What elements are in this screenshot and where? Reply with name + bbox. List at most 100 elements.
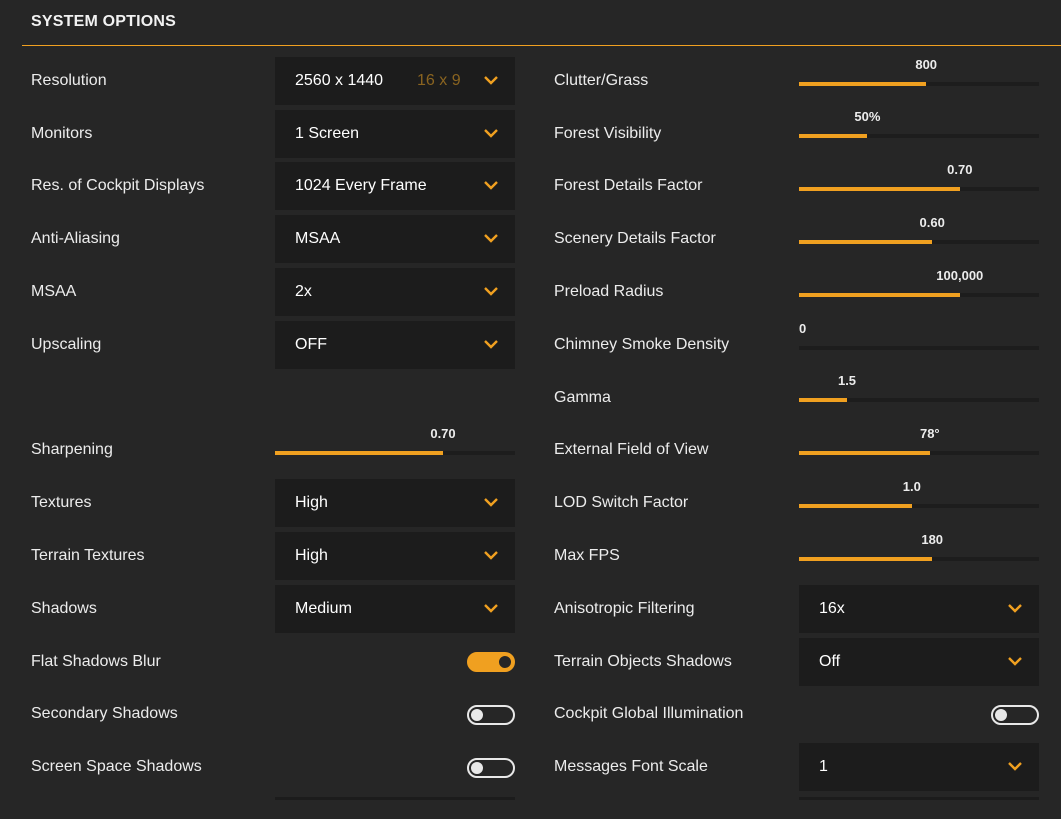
sharpening-label: Sharpening — [31, 441, 113, 458]
max-fps-slider[interactable]: 180 — [799, 530, 1039, 578]
monitors-label: Monitors — [31, 125, 93, 142]
gamma-label: Gamma — [554, 389, 611, 406]
screen-space-shadows-toggle[interactable] — [467, 758, 515, 778]
sharpening-slider[interactable]: 0.70 — [275, 424, 515, 472]
preload-radius-label: Preload Radius — [554, 283, 664, 300]
cockpit-displays-label: Res. of Cockpit Displays — [31, 177, 205, 194]
preload-radius-value: 100,000 — [936, 268, 984, 283]
external-fov-label: External Field of View — [554, 441, 709, 458]
chevron-down-icon — [1008, 657, 1022, 666]
slider-fill — [799, 398, 847, 402]
lod-switch-label: LOD Switch Factor — [554, 494, 689, 511]
slider-fill — [799, 82, 927, 86]
msaa-value: 2x — [295, 283, 312, 300]
resolution-dropdown[interactable]: 2560 x 1440 16 x 9 — [275, 57, 515, 105]
external-fov-value: 78° — [919, 426, 940, 441]
resolution-value: 2560 x 1440 — [295, 72, 384, 89]
toggle-knob — [471, 762, 483, 774]
forest-visibility-value: 50% — [854, 109, 881, 124]
monitors-value: 1 Screen — [295, 125, 360, 142]
slider-fill — [799, 240, 933, 244]
upscaling-label: Upscaling — [31, 336, 102, 353]
slider-fill — [799, 557, 933, 561]
upscaling-value: OFF — [295, 336, 327, 353]
slider-fill — [799, 293, 960, 297]
messages-font-scale-dropdown[interactable]: 1 — [799, 743, 1039, 791]
scenery-details-value: 0.60 — [919, 215, 945, 230]
chevron-down-icon — [484, 551, 498, 560]
shadows-label: Shadows — [31, 600, 97, 617]
forest-visibility-slider[interactable]: 50% — [799, 107, 1039, 155]
slider-fill — [799, 504, 912, 508]
cockpit-gi-toggle[interactable] — [991, 705, 1039, 725]
gamma-value: 1.5 — [837, 373, 857, 388]
terrain-objects-shadows-label: Terrain Objects Shadows — [554, 653, 732, 670]
scenery-details-label: Scenery Details Factor — [554, 230, 716, 247]
terrain-textures-label: Terrain Textures — [31, 547, 145, 564]
lod-switch-value: 1.0 — [902, 479, 921, 494]
chevron-down-icon — [1008, 604, 1022, 613]
anti-aliasing-label: Anti-Aliasing — [31, 230, 120, 247]
forest-details-label: Forest Details Factor — [554, 177, 703, 194]
shadows-value: Medium — [295, 600, 352, 617]
clutter-grass-label: Clutter/Grass — [554, 72, 649, 89]
anisotropic-value: 16x — [819, 600, 845, 617]
scenery-details-slider[interactable]: 0.60 — [799, 213, 1039, 261]
clutter-grass-slider[interactable]: 800 — [799, 55, 1039, 103]
toggle-knob — [995, 709, 1007, 721]
forest-details-slider[interactable]: 0.70 — [799, 160, 1039, 208]
toggle-knob — [499, 656, 511, 668]
chevron-down-icon — [484, 181, 498, 190]
msaa-label: MSAA — [31, 283, 77, 300]
anti-aliasing-dropdown[interactable]: MSAA — [275, 215, 515, 263]
chimney-smoke-value: 0 — [799, 321, 807, 336]
chimney-smoke-label: Chimney Smoke Density — [554, 336, 730, 353]
slider-fill — [799, 187, 960, 191]
chevron-down-icon — [484, 129, 498, 138]
max-fps-label: Max FPS — [554, 547, 620, 564]
next-control-edge — [275, 797, 515, 800]
messages-font-scale-label: Messages Font Scale — [554, 758, 708, 775]
anisotropic-dropdown[interactable]: 16x — [799, 585, 1039, 633]
chevron-down-icon — [484, 234, 498, 243]
max-fps-value: 180 — [921, 532, 944, 547]
textures-label: Textures — [31, 494, 92, 511]
aspect-ratio-value: 16 x 9 — [417, 72, 461, 89]
chevron-down-icon — [484, 340, 498, 349]
flat-shadows-blur-toggle[interactable] — [467, 652, 515, 672]
slider-fill — [799, 451, 930, 455]
external-fov-slider[interactable]: 78° — [799, 424, 1039, 472]
shadows-dropdown[interactable]: Medium — [275, 585, 515, 633]
slider-track — [799, 346, 1039, 350]
upscaling-dropdown[interactable]: OFF — [275, 321, 515, 369]
monitors-dropdown[interactable]: 1 Screen — [275, 110, 515, 158]
chevron-down-icon — [484, 287, 498, 296]
toggle-knob — [471, 709, 483, 721]
secondary-shadows-toggle[interactable] — [467, 705, 515, 725]
slider-fill — [275, 451, 443, 455]
textures-value: High — [295, 494, 328, 511]
cockpit-displays-value: 1024 Every Frame — [295, 177, 427, 194]
messages-font-scale-value: 1 — [819, 758, 828, 775]
chimney-smoke-slider[interactable]: 0 — [799, 319, 1039, 367]
terrain-objects-shadows-value: Off — [819, 653, 841, 670]
flat-shadows-blur-label: Flat Shadows Blur — [31, 653, 161, 670]
header-divider — [22, 45, 1061, 46]
forest-details-value: 0.70 — [947, 162, 973, 177]
chevron-down-icon — [484, 604, 498, 613]
cockpit-displays-dropdown[interactable]: 1024 Every Frame — [275, 162, 515, 210]
screen-space-shadows-label: Screen Space Shadows — [31, 758, 202, 775]
terrain-textures-dropdown[interactable]: High — [275, 532, 515, 580]
resolution-label: Resolution — [31, 72, 107, 89]
textures-dropdown[interactable]: High — [275, 479, 515, 527]
chevron-down-icon — [1008, 762, 1022, 771]
preload-radius-slider[interactable]: 100,000 — [799, 266, 1039, 314]
terrain-textures-value: High — [295, 547, 328, 564]
cockpit-gi-label: Cockpit Global Illumination — [554, 705, 744, 722]
msaa-dropdown[interactable]: 2x — [275, 268, 515, 316]
gamma-slider[interactable]: 1.5 — [799, 371, 1039, 419]
next-control-edge — [799, 797, 1039, 800]
lod-switch-slider[interactable]: 1.0 — [799, 477, 1039, 525]
slider-fill — [799, 134, 868, 138]
terrain-objects-shadows-dropdown[interactable]: Off — [799, 638, 1039, 686]
